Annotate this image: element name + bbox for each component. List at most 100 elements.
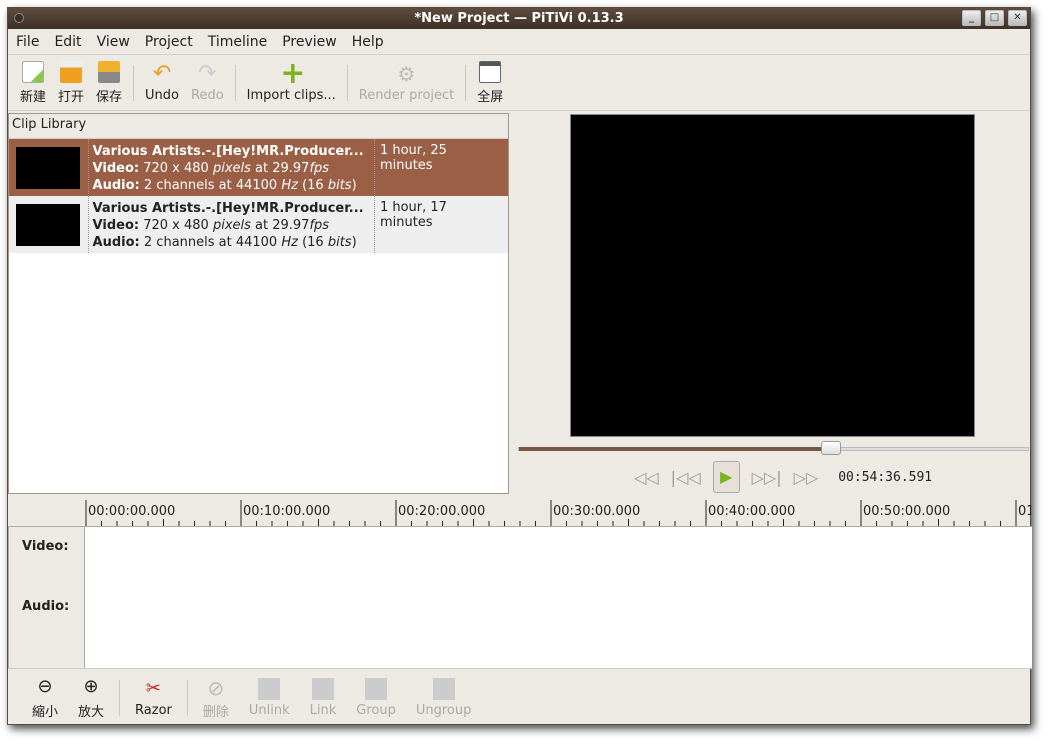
close-button[interactable]: ✕ <box>1008 10 1027 26</box>
ungroup-button[interactable]: Ungroup <box>406 677 482 718</box>
video-rate: at 29.97 <box>250 161 310 176</box>
group-label: Group <box>356 702 396 718</box>
ruler-label: 00:10:00.000 <box>243 504 330 519</box>
unlink-label: Unlink <box>248 702 290 718</box>
folder-icon <box>60 60 83 83</box>
unlink-button[interactable]: Unlink <box>239 677 300 718</box>
separator <box>186 679 188 716</box>
razor-button[interactable]: ✂ Razor <box>125 678 182 718</box>
fps-unit: fps <box>309 218 330 233</box>
hz-unit: Hz <box>281 178 298 193</box>
bits-unit: bits <box>327 178 352 193</box>
go-to-start-icon[interactable]: |◁◁ <box>671 468 701 487</box>
undo-label: Undo <box>145 87 180 103</box>
zoom-out-label: 縮小 <box>32 704 59 720</box>
timeline-tracks[interactable]: Video: Audio: <box>8 526 1032 669</box>
clip-row[interactable]: Various Artists.-.[Hey!MR.Producer... Vi… <box>9 196 508 253</box>
group-button[interactable]: Group <box>346 677 406 718</box>
main-toolbar: 新建 打开 保存 ↶ Undo ↷ Redo + Import clips... ⚙ R… <box>8 55 1030 111</box>
window-menu-icon[interactable] <box>14 13 24 23</box>
redo-icon: ↷ <box>198 60 217 86</box>
zoom-out-icon: ⊖ <box>37 675 53 697</box>
link-button[interactable]: Link <box>300 677 347 718</box>
menu-project[interactable]: Project <box>145 34 193 50</box>
maximize-button[interactable]: □ <box>985 10 1004 26</box>
separator <box>133 64 135 101</box>
menu-timeline[interactable]: Timeline <box>208 34 268 50</box>
render-project-button[interactable]: ⚙ Render project <box>353 63 461 103</box>
zoom-in-button[interactable]: ⊕ 放大 <box>68 676 114 720</box>
new-label: 新建 <box>20 89 47 105</box>
video-unit: pixels <box>212 218 251 233</box>
menu-edit[interactable]: Edit <box>54 34 81 50</box>
render-label: Render project <box>358 87 455 103</box>
seek-slider[interactable] <box>518 441 1029 455</box>
delete-button[interactable]: ⊘ 删除 <box>193 676 239 720</box>
zoom-in-icon: ⊕ <box>83 675 99 697</box>
hz-unit: Hz <box>281 235 298 250</box>
delete-icon: ⊘ <box>207 675 225 700</box>
fast-forward-icon[interactable]: ▷▷ <box>794 468 819 487</box>
video-info: 720 x 480 <box>139 218 213 233</box>
delete-label: 删除 <box>202 704 229 720</box>
audio-info: 2 channels at 44100 <box>139 178 282 193</box>
paren: ) <box>351 235 357 250</box>
fullscreen-icon <box>479 60 502 83</box>
new-document-icon <box>22 60 44 83</box>
undo-button[interactable]: ↶ Undo <box>139 62 185 103</box>
fps-unit: fps <box>309 161 330 176</box>
ruler-label: 00:30:00.000 <box>553 504 640 519</box>
open-label: 打开 <box>58 89 85 105</box>
pitivi-window: *New Project — PiTiVi 0.13.3 _ □ ✕ File Ed… <box>7 7 1032 725</box>
video-viewer <box>570 114 975 437</box>
go-to-end-icon[interactable]: ▷▷| <box>752 468 782 487</box>
menu-view[interactable]: View <box>97 34 130 50</box>
bits-value: (16 <box>297 178 328 193</box>
import-label: Import clips... <box>246 87 336 103</box>
audio-info: 2 channels at 44100 <box>139 235 282 250</box>
seek-handle[interactable] <box>820 441 841 455</box>
menu-help[interactable]: Help <box>352 34 384 50</box>
separator <box>465 64 467 101</box>
playback-controls: ◁◁ |◁◁ ▶ ▷▷| ▷▷ 00:54:36.591 <box>634 461 932 493</box>
video-track-label: Video: <box>22 539 69 554</box>
open-button[interactable]: 打开 <box>52 60 90 105</box>
new-button[interactable]: 新建 <box>14 60 52 105</box>
ruler-label: 00:00:00.000 <box>88 504 175 519</box>
save-button[interactable]: 保存 <box>90 60 128 105</box>
timeline-ruler[interactable]: 00:00:00.000 00:10:00.000 00:20:00.000 00:3… <box>85 497 1031 526</box>
audio-label: Audio: <box>92 178 140 193</box>
menu-file[interactable]: File <box>16 34 39 50</box>
video-label: Video: <box>92 218 140 233</box>
rewind-icon[interactable]: ◁◁ <box>634 468 659 487</box>
zoom-in-label: 放大 <box>78 704 105 720</box>
zoom-out-button[interactable]: ⊖ 縮小 <box>22 676 68 720</box>
separator <box>346 64 348 101</box>
menu-bar: File Edit View Project Timeline Preview … <box>8 29 1030 55</box>
ruler-label: 01 <box>1018 504 1031 519</box>
clip-row[interactable]: Various Artists.-.[Hey!MR.Producer... Vi… <box>9 139 508 196</box>
separator <box>119 679 121 716</box>
clip-library: Clip Library Various Artists.-.[Hey!MR.P… <box>8 113 509 494</box>
razor-label: Razor <box>135 702 172 718</box>
render-gear-icon: ⚙ <box>397 61 416 86</box>
title-bar: *New Project — PiTiVi 0.13.3 _ □ ✕ <box>8 8 1030 29</box>
clip-duration: 1 hour, 25 minutes <box>379 143 447 173</box>
group-icon <box>365 677 388 700</box>
link-icon <box>311 677 334 700</box>
redo-button[interactable]: ↷ Redo <box>185 60 230 103</box>
import-clips-button[interactable]: + Import clips... <box>241 58 342 103</box>
audio-label: Audio: <box>92 235 140 250</box>
minimize-button[interactable]: _ <box>962 10 981 26</box>
play-button[interactable]: ▶ <box>712 461 740 493</box>
window-title: *New Project — PiTiVi 0.13.3 <box>414 11 624 26</box>
menu-preview[interactable]: Preview <box>282 34 337 50</box>
clip-library-title: Clip Library <box>9 114 508 139</box>
video-unit: pixels <box>212 161 251 176</box>
fullscreen-button[interactable]: 全屏 <box>471 60 509 105</box>
bits-value: (16 <box>297 235 328 250</box>
link-label: Link <box>309 702 337 718</box>
save-label: 保存 <box>96 89 123 105</box>
ruler-label: 00:20:00.000 <box>398 504 485 519</box>
clip-thumbnail <box>9 139 89 196</box>
